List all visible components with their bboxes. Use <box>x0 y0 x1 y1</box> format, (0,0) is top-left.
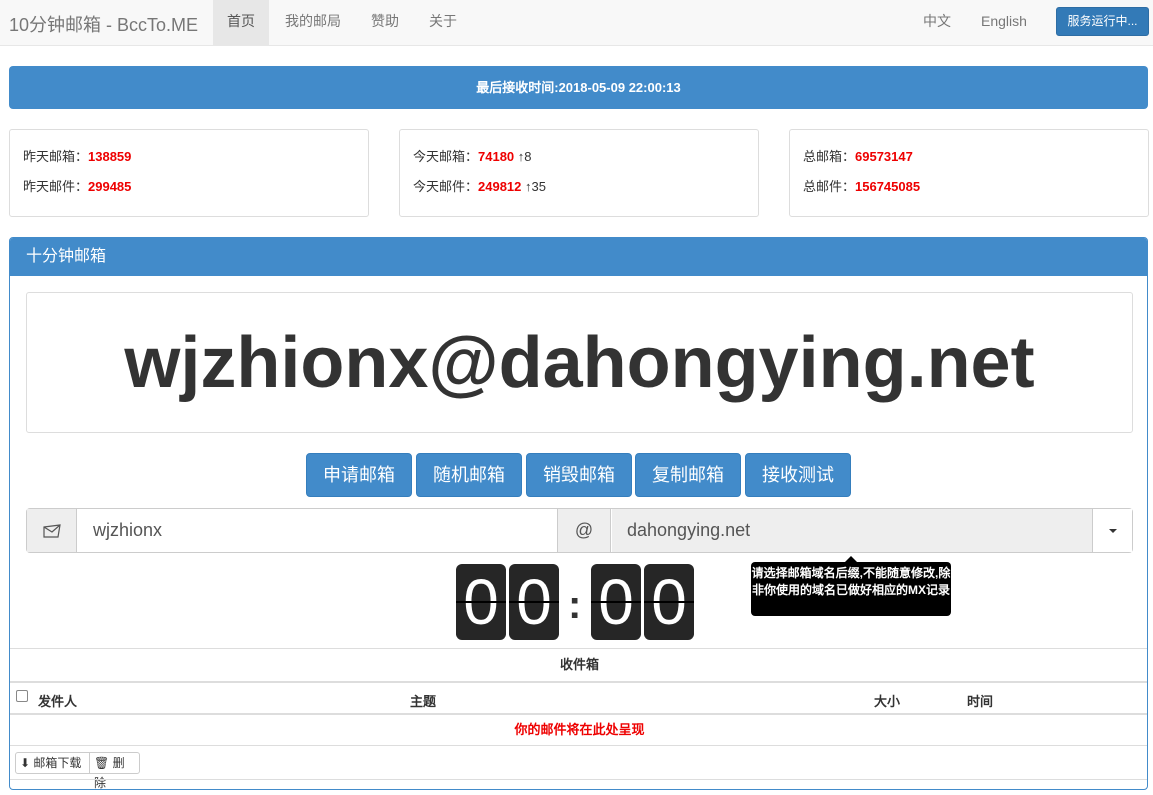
column-time: 时间 <box>967 694 994 709</box>
mailbox-input-group: wjzhionx @ dahongying.net <box>26 508 1133 553</box>
ten-minute-mail-panel: 十分钟邮箱 wjzhionx@dahongying.net 申请邮箱 随机邮箱 … <box>9 237 1148 790</box>
download-mailbox-button[interactable]: ⬇ 邮箱下载 <box>15 752 90 774</box>
download-label: 邮箱下载 <box>33 756 82 770</box>
column-sender: 发件人 <box>38 694 78 709</box>
column-size: 大小 <box>874 694 901 709</box>
stats-total: 总邮箱：69573147 总邮件：156745085 <box>789 129 1149 217</box>
envelope-icon <box>27 509 77 552</box>
panel-title: 十分钟邮箱 <box>10 238 1147 276</box>
nav-sponsor[interactable]: 赞助 <box>357 0 413 46</box>
service-status-button[interactable]: 服务运行中... <box>1056 7 1149 36</box>
stat-increment: ↑35 <box>525 179 546 194</box>
at-sign-addon: @ <box>557 509 611 552</box>
stats-today: 今天邮箱：74180 ↑8 今天邮件：249812 ↑35 <box>399 129 759 217</box>
stat-label: 今天邮箱： <box>413 149 479 164</box>
stat-row: 总邮件：156745085 <box>803 176 920 195</box>
lang-en-link[interactable]: English <box>967 0 1041 46</box>
timer-minute-ones: 0 <box>509 564 559 640</box>
stat-value: 69573147 <box>855 149 913 164</box>
stat-value: 299485 <box>88 179 132 194</box>
download-icon: ⬇ <box>20 756 31 770</box>
stat-row: 昨天邮箱：138859 <box>23 146 131 165</box>
stat-increment: ↑8 <box>517 149 532 164</box>
stat-row: 今天邮件：249812 ↑35 <box>413 176 546 195</box>
stat-label: 昨天邮件： <box>23 179 89 194</box>
stat-value: 138859 <box>88 149 132 164</box>
stats-yesterday: 昨天邮箱：138859 昨天邮件：299485 <box>9 129 369 217</box>
destroy-mailbox-button[interactable]: 销毁邮箱 <box>526 453 632 497</box>
trash-icon: 🗑 <box>94 756 110 770</box>
timer-minute-tens: 0 <box>456 564 506 640</box>
stat-label: 总邮箱： <box>803 149 856 164</box>
stat-row: 今天邮箱：74180 ↑8 <box>413 146 532 165</box>
timer-second-ones: 0 <box>644 564 694 640</box>
nav-home[interactable]: 首页 <box>213 0 269 46</box>
timer-second-tens: 0 <box>591 564 641 640</box>
domain-tooltip: 请选择邮箱域名后缀,不能随意修改,除非你使用的域名已做好相应的MX记录 <box>751 562 951 616</box>
username-input[interactable]: wjzhionx <box>78 509 557 552</box>
last-receive-banner: 最后接收时间:2018-05-09 22:00:13 <box>9 66 1148 109</box>
caret-down-icon <box>1108 529 1117 534</box>
stat-value: 156745085 <box>855 179 921 194</box>
stat-label: 总邮件： <box>803 179 856 194</box>
inbox-table-header: 发件人 主题 大小 时间 <box>10 681 1147 715</box>
nav-about[interactable]: 关于 <box>415 0 471 46</box>
delete-mail-button[interactable]: 🗑 删除 <box>89 752 140 789</box>
receive-test-button[interactable]: 接收测试 <box>745 453 851 497</box>
column-subject: 主题 <box>410 694 437 709</box>
select-all-checkbox[interactable] <box>16 690 28 705</box>
timer-colon: : <box>568 583 582 627</box>
apply-mailbox-button[interactable]: 申请邮箱 <box>306 453 412 497</box>
email-address[interactable]: wjzhionx@dahongying.net <box>124 323 1034 403</box>
stat-label: 今天邮件： <box>413 179 479 194</box>
lang-zh-link[interactable]: 中文 <box>909 0 965 46</box>
stat-value: 74180 <box>478 149 515 164</box>
inbox-empty-message: 你的邮件将在此处呈现 <box>10 715 1147 746</box>
stat-label: 昨天邮箱： <box>23 149 89 164</box>
copy-mailbox-button[interactable]: 复制邮箱 <box>635 453 741 497</box>
stat-row: 总邮箱：69573147 <box>803 146 913 165</box>
domain-select[interactable]: dahongying.net <box>612 509 1092 552</box>
random-mailbox-button[interactable]: 随机邮箱 <box>416 453 522 497</box>
nav-my-postoffice[interactable]: 我的邮局 <box>271 0 355 46</box>
stat-value: 249812 <box>478 179 522 194</box>
email-display: wjzhionx@dahongying.net <box>26 292 1133 433</box>
domain-dropdown-button[interactable] <box>1092 509 1132 552</box>
navbar: 10分钟邮箱 - BccTo.ME 首页 我的邮局 赞助 关于 中文 Engli… <box>0 0 1153 46</box>
brand-title[interactable]: 10分钟邮箱 - BccTo.ME <box>9 11 198 37</box>
stat-row: 昨天邮件：299485 <box>23 176 131 195</box>
divider <box>10 779 1147 780</box>
inbox-title: 收件箱 <box>10 648 1147 681</box>
